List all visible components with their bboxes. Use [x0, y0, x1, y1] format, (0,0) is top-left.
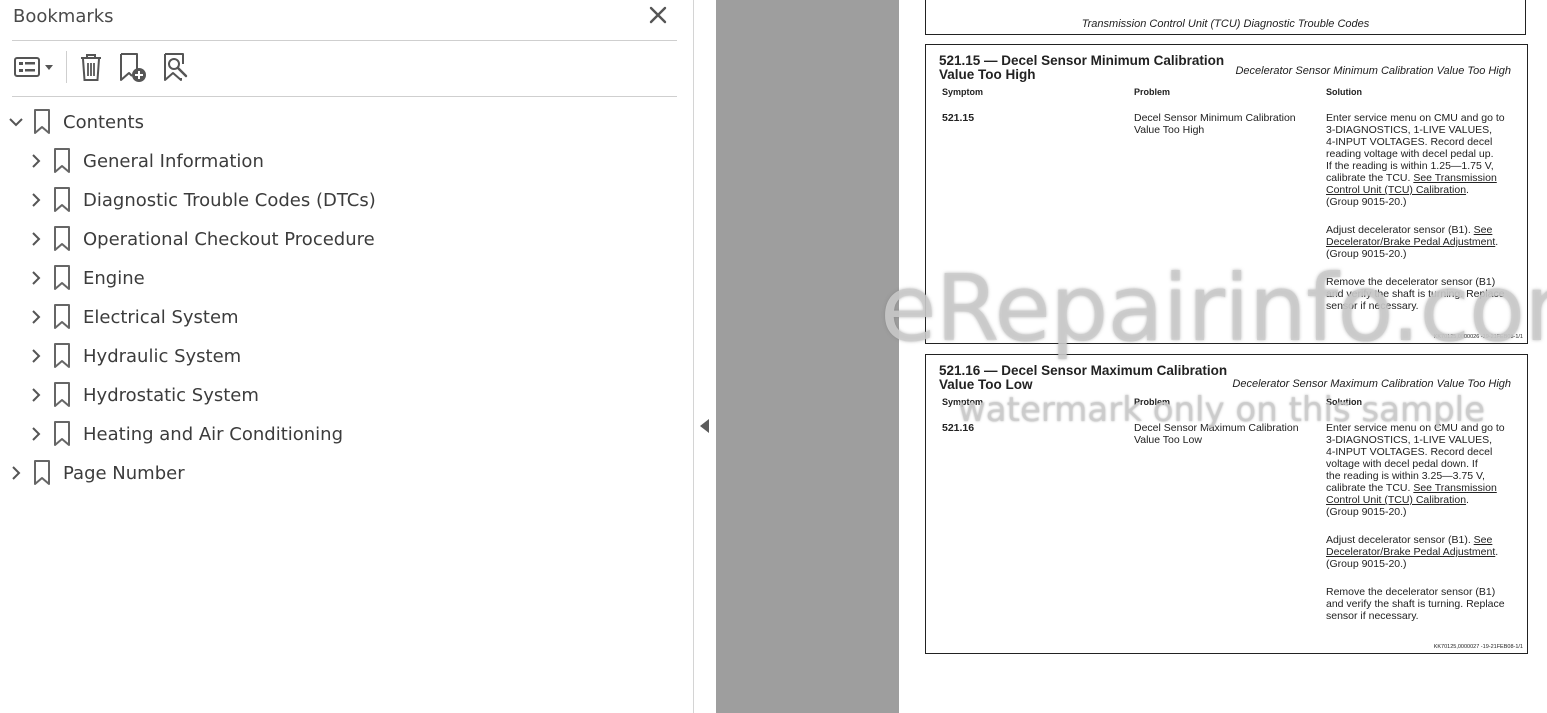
column-header-solution: Solution [1326, 397, 1362, 407]
chevron-down-icon [45, 65, 53, 70]
link-pedal-adjustment[interactable]: Decelerator/Brake Pedal Adjustment [1326, 236, 1495, 248]
bookmark-diagnostic-trouble-codes[interactable]: Diagnostic Trouble Codes (DTCs) [27, 184, 376, 216]
dtc-code: 521.16 [942, 422, 975, 434]
trash-icon [81, 54, 101, 81]
dtc-section-521-15: 521.15 — Decel Sensor Minimum Calibratio… [925, 44, 1528, 344]
bookmark-label: Page Number [63, 462, 185, 484]
section-title: 521.16 — Decel Sensor Maximum Calibratio… [939, 363, 1228, 392]
column-header-problem: Problem [1134, 397, 1171, 407]
bookmark-label: Diagnostic Trouble Codes (DTCs) [83, 189, 376, 211]
link-tcu-calibration[interactable]: Control Unit (TCU) Calibration [1326, 494, 1466, 506]
collapse-panel-icon[interactable] [700, 419, 709, 433]
document-background [716, 0, 899, 713]
close-icon [649, 6, 667, 24]
divider [12, 40, 677, 41]
bookmark-label: Hydraulic System [83, 345, 242, 367]
bookmark-contents[interactable]: Contents [7, 106, 144, 138]
delete-bookmark-button[interactable] [76, 50, 106, 84]
chevron-right-icon [32, 349, 41, 363]
bookmark-icon [54, 148, 70, 173]
bookmark-icon [34, 109, 50, 134]
bookmark-label: General Information [83, 150, 264, 172]
chevron-down-icon [9, 118, 23, 127]
bookmark-label: Contents [63, 111, 144, 133]
bookmark-icon [34, 460, 50, 485]
bookmark-operational-checkout[interactable]: Operational Checkout Procedure [27, 223, 375, 255]
column-header-symptom: Symptom [942, 397, 984, 407]
solution-step-2: Adjust decelerator sensor (B1). See Dece… [1326, 224, 1499, 260]
column-header-symptom: Symptom [942, 87, 984, 97]
bookmark-icon [54, 304, 70, 329]
options-menu-button[interactable] [12, 50, 58, 84]
chevron-right-icon [32, 154, 41, 168]
link-tcu-calibration[interactable]: Control Unit (TCU) Calibration [1326, 184, 1466, 196]
bookmark-hydraulic-system[interactable]: Hydraulic System [27, 340, 241, 372]
bookmark-heating-air-conditioning[interactable]: Heating and Air Conditioning [27, 418, 343, 450]
bookmark-icon [54, 343, 70, 368]
bookmark-label: Electrical System [83, 306, 239, 328]
link-pedal-adjustment[interactable]: See [1474, 534, 1493, 546]
link-pedal-adjustment[interactable]: Decelerator/Brake Pedal Adjustment [1326, 546, 1495, 558]
link-tcu-calibration[interactable]: See Transmission [1413, 172, 1496, 184]
bookmark-label: Hydrostatic System [83, 384, 259, 406]
problem-text: Decel Sensor Minimum Calibration Value T… [1134, 112, 1296, 136]
close-panel-button[interactable] [645, 2, 671, 28]
solution-step-1: Enter service menu on CMU and go to 3-DI… [1326, 112, 1505, 208]
chevron-right-icon [32, 310, 41, 324]
list-options-icon [14, 57, 40, 77]
reference-code: KK70125,0000026 -19-21FEB08-1/1 [1433, 334, 1523, 340]
solution-step-2: Adjust decelerator sensor (B1). See Dece… [1326, 534, 1499, 570]
find-bookmark-button[interactable] [160, 50, 194, 84]
bookmark-icon [54, 382, 70, 407]
bookmark-icon [54, 421, 70, 446]
chevron-right-icon [32, 193, 41, 207]
section-title: 521.15 — Decel Sensor Minimum Calibratio… [939, 53, 1225, 82]
dtc-section-521-16: 521.16 — Decel Sensor Maximum Calibratio… [925, 354, 1528, 654]
column-header-solution: Solution [1326, 87, 1362, 97]
bookmark-icon [54, 265, 70, 290]
divider [12, 96, 677, 97]
section-subtitle: Decelerator Sensor Maximum Calibration V… [1232, 378, 1511, 390]
link-pedal-adjustment[interactable]: See [1474, 224, 1493, 236]
bookmark-general-information[interactable]: General Information [27, 145, 264, 177]
bookmarks-panel: Bookmarks Contents General Information D… [0, 0, 694, 713]
add-bookmark-button[interactable] [116, 50, 150, 84]
column-header-problem: Problem [1134, 87, 1171, 97]
bookmark-engine[interactable]: Engine [27, 262, 145, 294]
bookmark-electrical-system[interactable]: Electrical System [27, 301, 239, 333]
previous-section-box: Transmission Control Unit (TCU) Diagnost… [925, 0, 1526, 35]
chevron-right-icon [12, 466, 21, 480]
search-bookmark-icon [164, 53, 188, 81]
bookmark-page-number[interactable]: Page Number [7, 457, 185, 489]
page-caption: Transmission Control Unit (TCU) Diagnost… [1081, 18, 1370, 30]
reference-code: KK70125,0000027 -19-21FEB08-1/1 [1433, 644, 1523, 650]
chevron-right-icon [32, 271, 41, 285]
document-page: Transmission Control Unit (TCU) Diagnost… [899, 0, 1547, 713]
solution-step-1: Enter service menu on CMU and go to 3-DI… [1326, 422, 1505, 518]
section-subtitle: Decelerator Sensor Minimum Calibration V… [1235, 65, 1511, 77]
dtc-code: 521.15 [942, 112, 975, 124]
solution-step-3: Remove the decelerator sensor (B1) and v… [1326, 276, 1505, 312]
link-tcu-calibration[interactable]: See Transmission [1413, 482, 1496, 494]
add-bookmark-icon [120, 53, 146, 82]
bookmark-icon [54, 226, 70, 251]
toolbar-separator [66, 51, 67, 83]
bookmark-label: Heating and Air Conditioning [83, 423, 344, 445]
panel-title: Bookmarks [13, 6, 114, 27]
chevron-right-icon [32, 232, 41, 246]
chevron-right-icon [32, 388, 41, 402]
panel-splitter[interactable] [694, 0, 716, 713]
problem-text: Decel Sensor Maximum Calibration Value T… [1134, 422, 1299, 446]
solution-step-3: Remove the decelerator sensor (B1) and v… [1326, 586, 1505, 622]
bookmark-label: Operational Checkout Procedure [83, 228, 375, 250]
bookmark-icon [54, 187, 70, 212]
chevron-right-icon [32, 427, 41, 441]
bookmark-hydrostatic-system[interactable]: Hydrostatic System [27, 379, 259, 411]
bookmark-label: Engine [83, 267, 145, 289]
